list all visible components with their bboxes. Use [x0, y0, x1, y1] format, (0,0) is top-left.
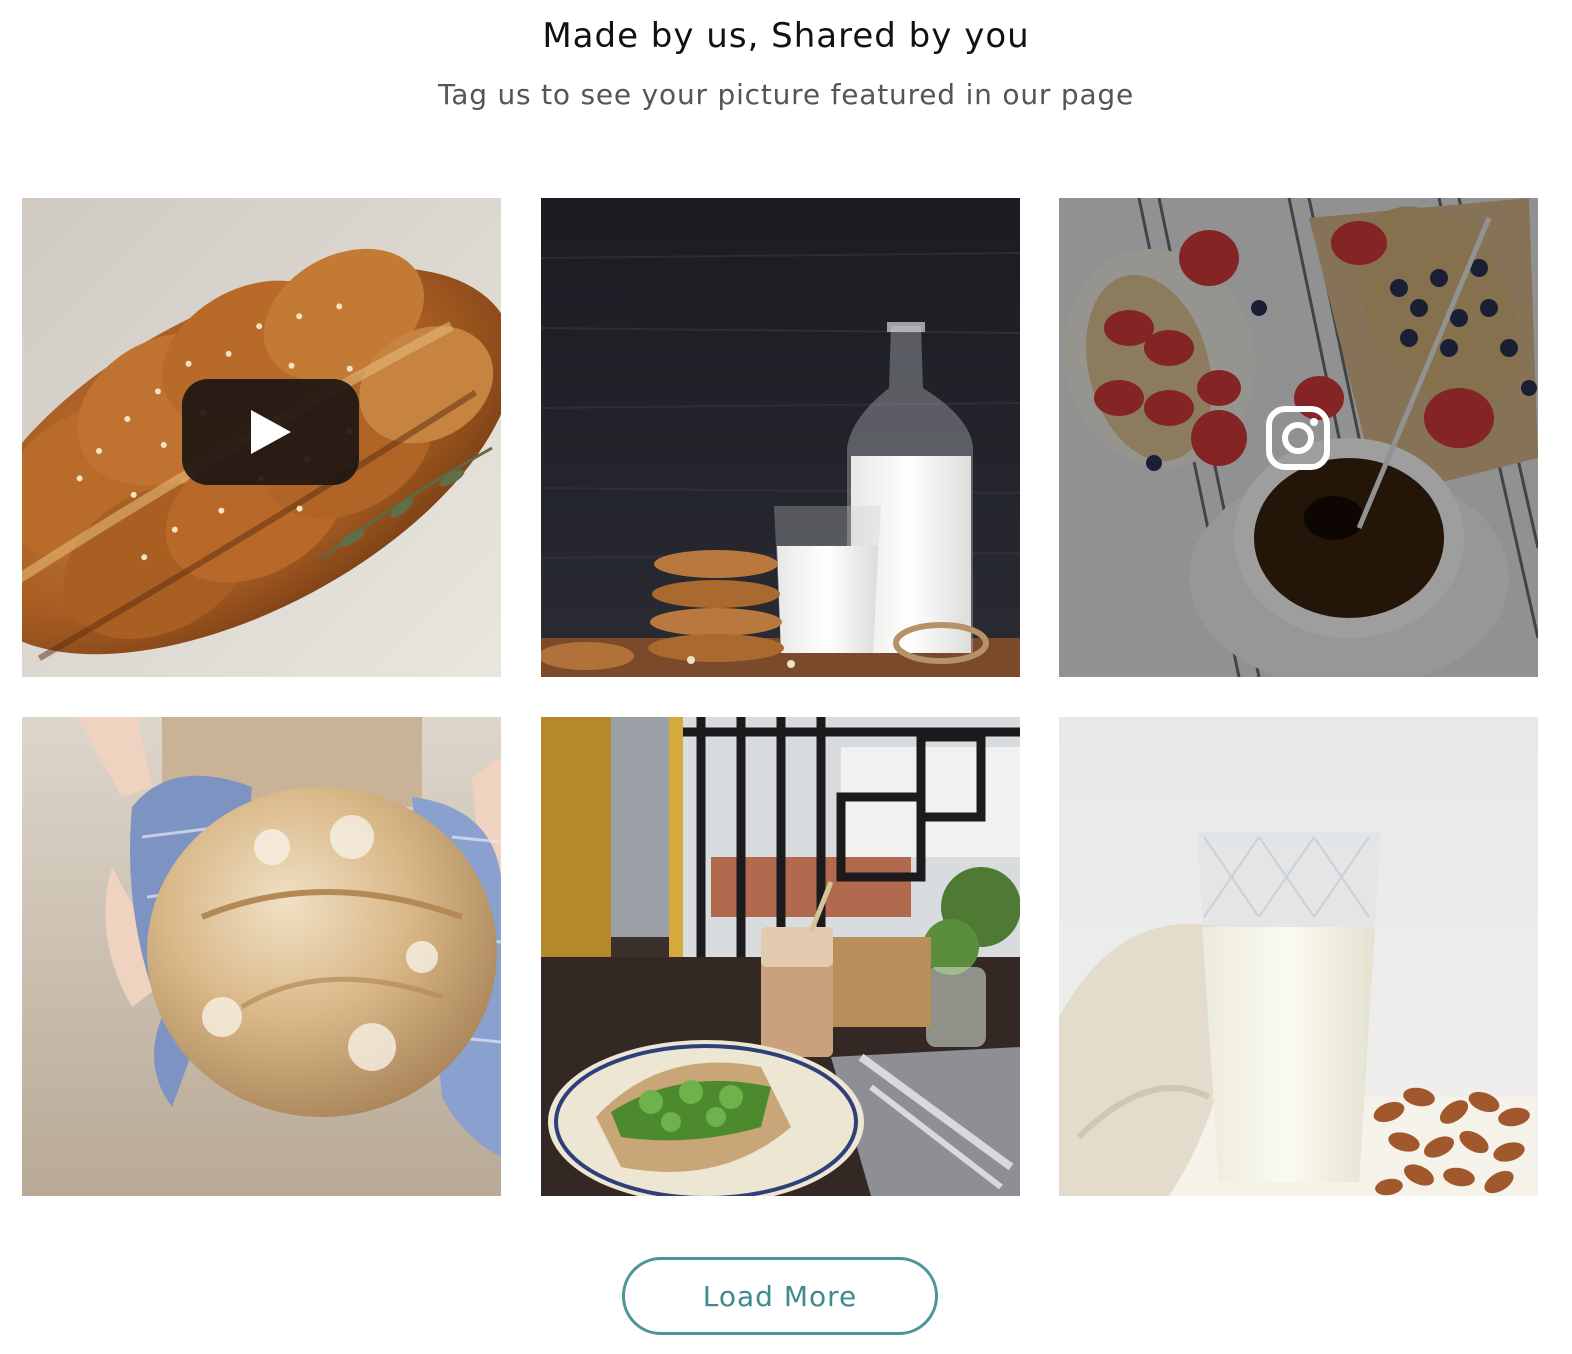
section-title: Made by us, Shared by you — [542, 16, 1030, 56]
sandwich-coffee-image — [541, 717, 1020, 1196]
rustic-loaf-image — [22, 717, 501, 1196]
gallery-item-rustic-loaf[interactable] — [22, 717, 501, 1196]
load-more-button[interactable]: Load More — [622, 1257, 938, 1335]
gallery-item-strawberry-coffee[interactable] — [1059, 198, 1538, 677]
gallery-item-sandwich-coffee[interactable] — [541, 717, 1020, 1196]
milk-almonds-image — [1059, 717, 1538, 1196]
gallery-item-milk-almonds[interactable] — [1059, 717, 1538, 1196]
gallery-item-cookies-milk[interactable] — [541, 198, 1020, 677]
instagram-icon[interactable] — [1265, 405, 1331, 471]
play-icon — [250, 410, 291, 454]
gallery-item-challah-video[interactable] — [22, 198, 501, 677]
section-subtitle: Tag us to see your picture featured in o… — [437, 78, 1135, 111]
cookies-milk-image — [541, 198, 1020, 677]
play-video-button[interactable] — [182, 379, 359, 485]
